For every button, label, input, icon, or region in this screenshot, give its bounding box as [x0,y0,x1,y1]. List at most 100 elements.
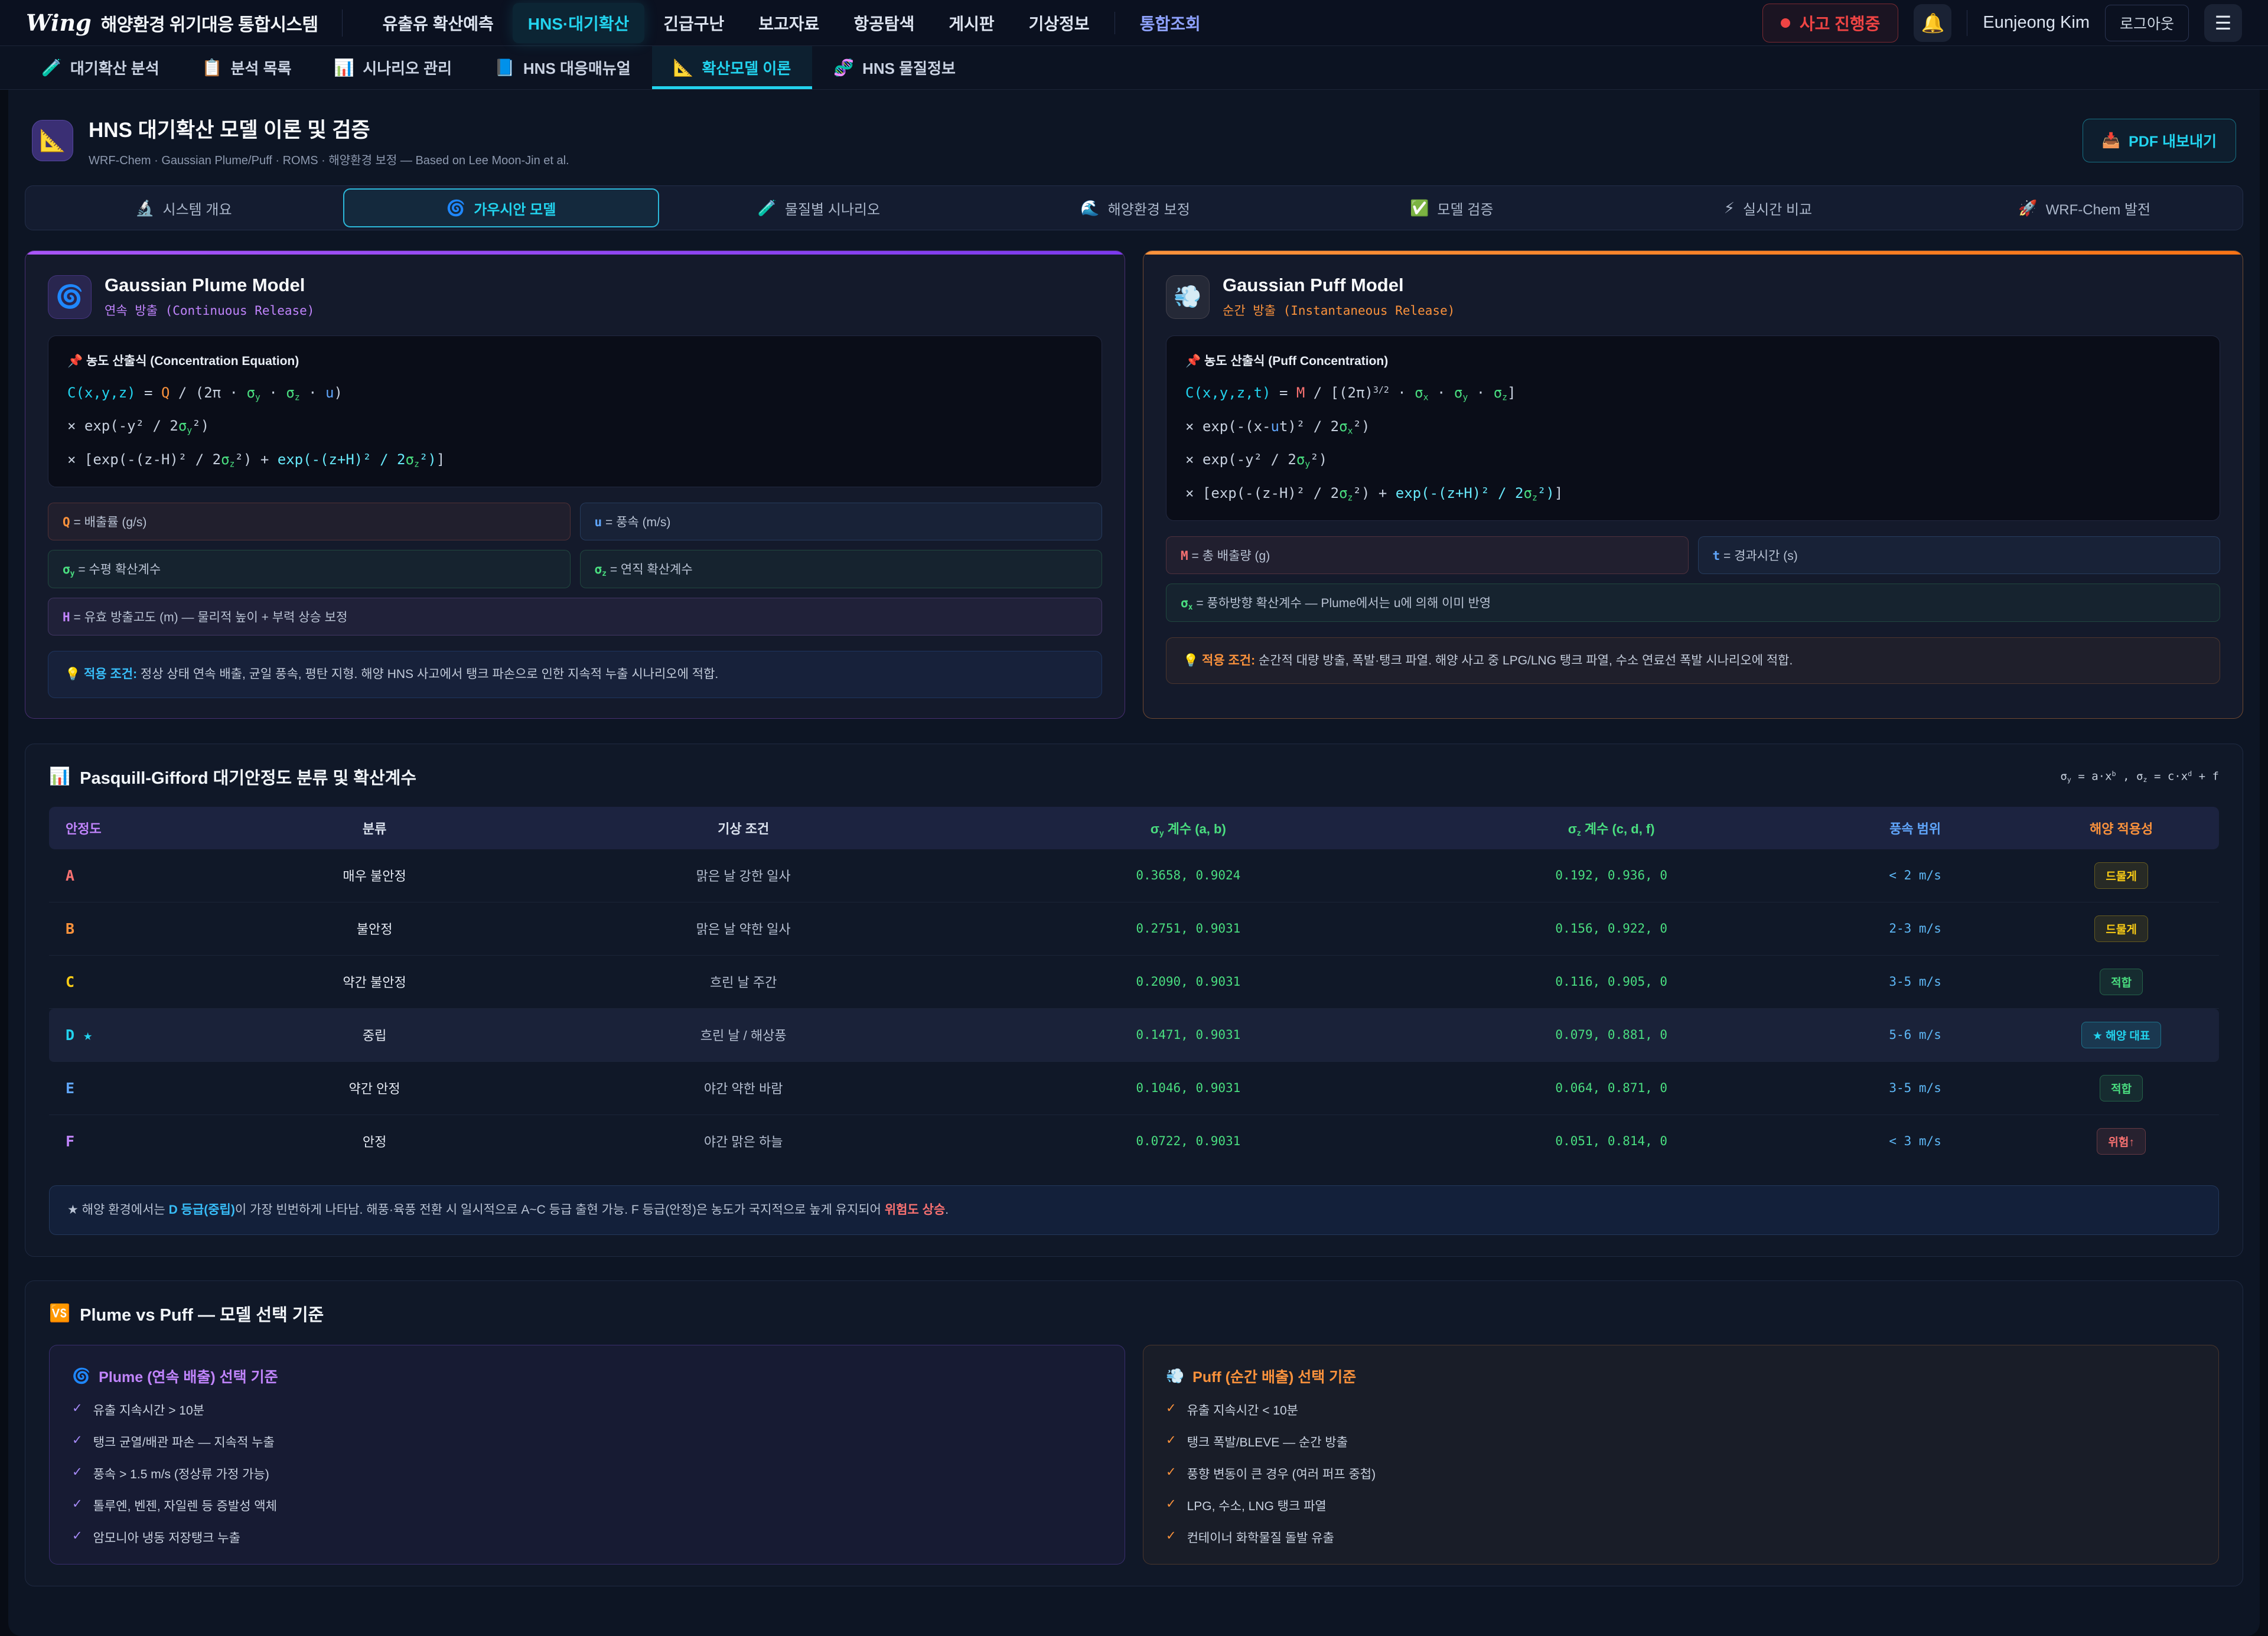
app-title: 해양환경 위기대응 통합시스템 [101,10,318,36]
marine-applicability-cell: 드물게 [2023,862,2219,889]
tab-가우시안 모델[interactable]: 🌀가우시안 모델 [343,188,660,227]
equation-token: u [1271,418,1279,435]
tab-icon: 🌀 [447,199,465,217]
main-content: 📐 HNS 대기확산 모델 이론 및 검증 WRF-Chem · Gaussia… [8,90,2260,1636]
tab-물질별 시나리오[interactable]: 🧪물질별 시나리오 [662,188,976,227]
equation-token: ²) [419,451,436,468]
menu-item[interactable]: HNS·대기확산 [513,3,644,43]
stability-class: 약간 안정 [223,1078,526,1097]
criteria-text: 풍향 변동이 큰 경우 (여러 퍼프 중첩) [1187,1465,1376,1482]
menu-item[interactable]: 항공탐색 [838,3,930,43]
menu-item[interactable]: 기상정보 [1014,3,1105,43]
subnav-item[interactable]: 📋 분석 목록 [181,46,313,89]
parameter-description: = 경과시간 (s) [1720,549,1798,563]
subnav-item-icon: 📋 [202,58,223,77]
criteria-text: 유출 지속시간 < 10분 [1187,1401,1298,1419]
parameter-symbol: u [595,515,602,529]
subnav-item[interactable]: 🧪대기확산 분석 [20,46,181,89]
equation-token: σ [286,384,294,401]
tab-icon: 🌊 [1080,199,1099,217]
pdf-export-button[interactable]: 📥 PDF 내보내기 [2083,119,2236,162]
tab-실시간 비교[interactable]: ⚡실시간 비교 [1611,188,1925,227]
equation-box: 📌 농도 산출식 (Puff Concentration)C(x,y,z,t) … [1166,335,2220,521]
equation-token: σ [1415,384,1423,401]
equation-token: ²) [1310,451,1327,468]
parameter-box: u = 풍속 (m/s) [580,503,1103,540]
nav-right: 사고 진행중 🔔 Eunjeong Kim 로그아웃 ☰ [1762,4,2242,43]
parameter-description: = 유효 방출고도 (m) — 물리적 높이 + 부력 상승 보정 [70,611,348,624]
download-tray-icon: 📥 [2102,132,2120,149]
puff-model-card: 💨Gaussian Puff Model순간 방출 (Instantaneous… [1143,250,2243,719]
stability-class: 약간 불안정 [223,972,526,991]
equation-token: 기상 조건 [718,822,769,836]
equation-token: 3/2 [1373,384,1389,395]
pasquill-gifford-section: 📊 Pasquill-Gifford 대기안정도 분류 및 확산계수 σy = … [25,744,2243,1257]
equation-token: σ [1454,384,1462,401]
table-row: A매우 불안정맑은 날 강한 일사0.3658, 0.90240.192, 0.… [49,849,2219,902]
notifications-button[interactable]: 🔔 [1914,4,1951,42]
subnav-item[interactable]: 🧬HNS 물질정보 [812,46,977,89]
menu-item[interactable]: 보고자료 [743,3,835,43]
applicability-badge: 드물게 [2094,862,2148,889]
equation-token: × exp(-y² / 2 [67,418,178,434]
tab-WRF-Chem 발전[interactable]: 🚀WRF-Chem 발전 [1927,188,2241,227]
wind-range: < 2 m/s [1807,868,2023,882]
marine-applicability-cell: 위험↑ [2023,1128,2219,1155]
equation-token: ²) [192,418,209,434]
table-header-cell: σz 계수 (c, d, f) [1416,819,1807,837]
equation-token: σ [1524,485,1532,501]
subnav-item[interactable]: 📐확산모델 이론 [652,46,813,89]
wind-range: < 3 m/s [1807,1134,2023,1148]
equation-line: × exp(-y² / 2σy²) [67,418,1083,435]
table-row: B불안정맑은 날 약한 일사0.2751, 0.90310.156, 0.922… [49,902,2219,956]
subnav-item[interactable]: 📊시나리오 관리 [312,46,473,89]
tab-시스템 개요[interactable]: 🔬시스템 개요 [27,188,341,227]
menu-item[interactable]: 게시판 [933,3,1009,43]
model-tabbar: 🔬시스템 개요🌀가우시안 모델🧪물질별 시나리오 🌊 해양환경 보정 ✅모델 검증⚡실… [25,185,2243,230]
subnav-item-label: 시나리오 관리 [363,57,452,79]
tab-해양환경 보정[interactable]: 🌊 해양환경 보정 [978,188,1292,227]
tab-label: 모델 검증 [1437,198,1493,219]
main-menu: 유출유 확산예측HNS·대기확산긴급구난보고자료항공탐색게시판기상정보 통합조회 [367,3,1216,43]
equation-box: 📌 농도 산출식 (Concentration Equation)C(x,y,z… [48,335,1102,487]
menu-item[interactable]: 유출유 확산예측 [367,3,509,43]
page-header: 📐 HNS 대기확산 모델 이론 및 검증 WRF-Chem · Gaussia… [25,105,2243,185]
incident-status-badge: 사고 진행중 [1762,4,1899,43]
menu-item[interactable]: 통합조회 [1125,3,1216,43]
incident-label: 사고 진행중 [1800,11,1881,35]
sigma-y-coefficients: 0.2090, 0.9031 [960,975,1416,989]
equation-line: × exp(-y² / 2σy²) [1185,451,2201,469]
stability-grade: F [49,1133,223,1150]
menu-item[interactable]: 긴급구난 [648,3,739,43]
equation-token: y [1159,829,1164,837]
page-subtitle: WRF-Chem · Gaussian Plume/Puff · ROMS · … [89,151,569,168]
hamburger-menu-button[interactable]: ☰ [2204,4,2242,42]
equation-line: × [exp(-(z-H)² / 2σz²) + exp(-(z+H)² / 2… [1185,485,2201,503]
parameter-symbol: Q [63,515,70,529]
tab-label: 해양환경 보정 [1108,198,1190,219]
stability-class: 매우 불안정 [223,866,526,885]
bell-icon: 🔔 [1921,12,1945,34]
pg-section-head: 📊 Pasquill-Gifford 대기안정도 분류 및 확산계수 σy = … [49,764,2219,789]
subnav-item-label: 분석 목록 [231,57,292,79]
equation-token: ) [334,384,342,401]
logout-button[interactable]: 로그아웃 [2105,5,2189,41]
weather-condition: 흐린 날 주간 [526,972,960,991]
table-row: F안정야간 맑은 하늘0.0722, 0.90310.051, 0.814, 0… [49,1115,2219,1168]
subnav-item[interactable]: 📘HNS 대응매뉴얼 [473,46,652,89]
criteria-item: ✓유출 지속시간 < 10분 [1166,1401,2196,1419]
marine-applicability-cell: ★ 해양 대표 [2023,1022,2219,1048]
tab-모델 검증[interactable]: ✅모델 검증 [1295,188,1609,227]
card-header: 💨Gaussian Puff Model순간 방출 (Instantaneous… [1166,275,2220,319]
parameter-description: = 배출률 (g/s) [70,516,147,529]
applicability-badge: 드물게 [2094,915,2148,942]
criteria-item: ✓컨테이너 화학물질 돌발 유출 [1166,1529,2196,1546]
equation-token: Q [161,384,170,401]
table-header-row: 안정도분류기상 조건σy 계수 (a, b)σz 계수 (c, d, f)풍속 … [49,807,2219,849]
tab-label: 실시간 비교 [1743,198,1812,219]
stability-table: 안정도분류기상 조건σy 계수 (a, b)σz 계수 (c, d, f)풍속 … [49,807,2219,1168]
equation-line: C(x,y,z) = Q / (2π · σy · σz · u) [67,384,1083,402]
parameter-grid: Q = 배출률 (g/s)u = 풍속 (m/s)σy = 수평 확산계수σz … [48,503,1102,636]
check-icon: ✓ [1166,1433,1177,1451]
subnav-item-label: 대기확산 분석 [70,57,159,79]
